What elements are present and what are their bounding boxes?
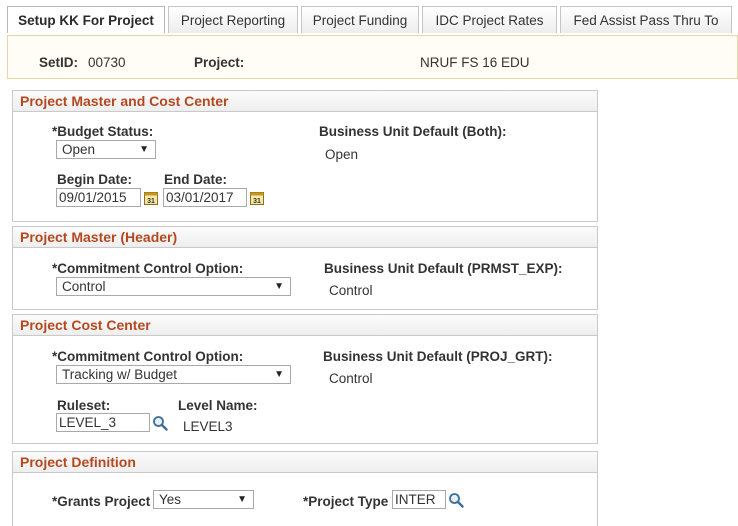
cc-option-select[interactable]: Control ▼ [56, 277, 291, 296]
group-title: Project Definition [13, 452, 597, 473]
group-master-header: Project Master (Header) *Commitment Cont… [12, 226, 598, 310]
group-cost-center: Project Cost Center *Commitment Control … [12, 314, 598, 444]
grants-project-select[interactable]: Yes ▼ [153, 490, 254, 509]
bu-default-label: Business Unit Default (PRMST_EXP): [324, 261, 563, 276]
setid-value: 00730 [88, 55, 126, 70]
calendar-icon[interactable]: 31 [144, 191, 158, 205]
cc-option-select[interactable]: Tracking w/ Budget ▼ [56, 365, 291, 384]
tab-idc-project-rates[interactable]: IDC Project Rates [422, 6, 557, 33]
grants-project-value: Yes [159, 492, 182, 507]
budget-status-value: Open [62, 142, 96, 157]
chevron-down-icon: ▼ [274, 281, 284, 292]
cc-option-label: *Commitment Control Option: [52, 261, 244, 276]
level-name-value: LEVEL3 [183, 419, 233, 434]
group-title: Project Cost Center [13, 315, 597, 336]
tab-setup-kk[interactable]: Setup KK For Project [7, 6, 165, 33]
group-master-cost-center: Project Master and Cost Center *Budget S… [12, 90, 598, 222]
begin-date-label: Begin Date: [57, 172, 133, 187]
project-type-input[interactable]: INTER [392, 490, 446, 509]
budget-status-label: *Budget Status: [52, 124, 154, 139]
tab-project-reporting[interactable]: Project Reporting [168, 6, 298, 33]
end-date-label: End Date: [164, 172, 228, 187]
project-value: NRUF FS 16 EDU [420, 55, 530, 70]
begin-date-input[interactable]: 09/01/2015 [56, 188, 141, 207]
project-label: Project: [194, 55, 245, 70]
key-header: SetID: 00730 Project: NRUF FS 16 EDU [7, 35, 738, 79]
bu-default-label: Business Unit Default (Both): [319, 124, 507, 139]
magnifier-icon[interactable] [448, 492, 464, 508]
budget-status-select[interactable]: Open ▼ [56, 140, 156, 159]
chevron-down-icon: ▼ [274, 369, 284, 380]
bu-default-value: Open [325, 147, 359, 162]
bu-default-label: Business Unit Default (PROJ_GRT): [323, 349, 553, 364]
magnifier-icon[interactable] [152, 415, 168, 431]
cc-option-value: Control [62, 279, 106, 294]
group-definition: Project Definition *Grants Project Yes ▼… [12, 451, 598, 526]
calendar-icon[interactable]: 31 [250, 191, 264, 205]
tab-fed-assist-pass-thru[interactable]: Fed Assist Pass Thru To [560, 6, 732, 33]
level-name-label: Level Name: [178, 398, 258, 413]
bu-default-value: Control [329, 283, 373, 298]
svg-text:31: 31 [253, 198, 261, 205]
group-title: Project Master (Header) [13, 227, 597, 248]
ruleset-label: Ruleset: [57, 398, 111, 413]
end-date-input[interactable]: 03/01/2017 [163, 188, 247, 207]
cc-option-label: *Commitment Control Option: [52, 349, 244, 364]
svg-text:31: 31 [147, 198, 155, 205]
group-title: Project Master and Cost Center [13, 91, 597, 112]
chevron-down-icon: ▼ [139, 144, 149, 155]
cc-option-value: Tracking w/ Budget [62, 367, 178, 382]
setid-label: SetID: [39, 55, 79, 70]
project-type-label: *Project Type [303, 494, 389, 509]
chevron-down-icon: ▼ [237, 494, 247, 505]
ruleset-input[interactable]: LEVEL_3 [56, 413, 150, 432]
tab-bar: Setup KK For Project Project Reporting P… [0, 0, 738, 34]
bu-default-value: Control [329, 371, 373, 386]
grants-project-label: *Grants Project [52, 494, 151, 509]
tab-project-funding[interactable]: Project Funding [301, 6, 419, 33]
